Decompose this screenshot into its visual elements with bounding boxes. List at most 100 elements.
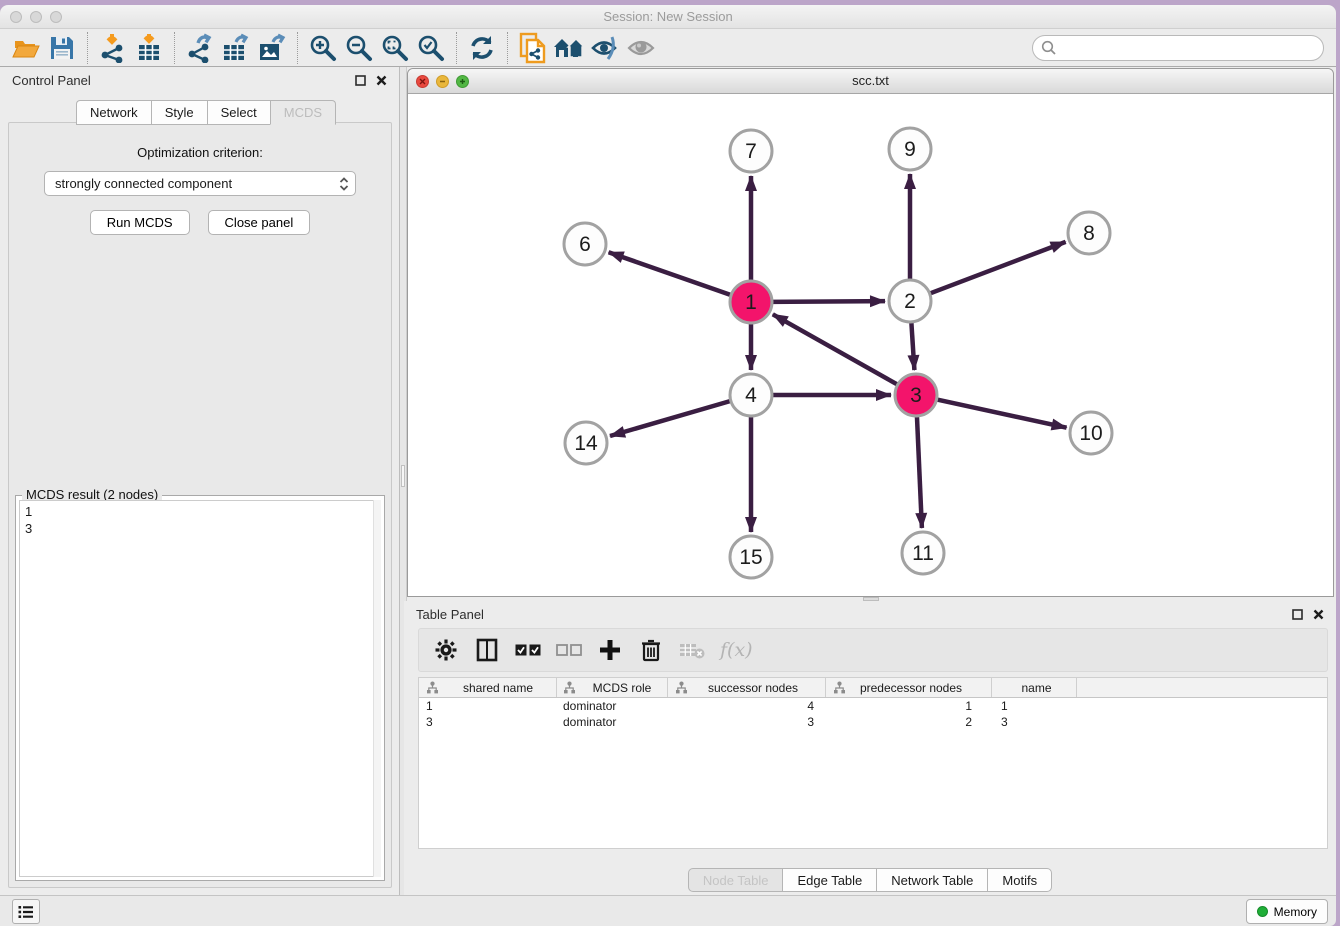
cell-shared-name[interactable]: 1 <box>419 699 557 713</box>
import-table-button[interactable] <box>131 31 167 65</box>
export-table-button[interactable] <box>218 31 254 65</box>
zoom-fit-icon <box>381 34 409 62</box>
table-header-row: shared name MCDS role <box>419 678 1327 698</box>
zoom-out-button[interactable] <box>341 31 377 65</box>
zoom-selected-button[interactable] <box>413 31 449 65</box>
graph-edge-1-2[interactable] <box>772 301 885 302</box>
column-header-successor-nodes[interactable]: successor nodes <box>668 678 826 697</box>
show-columns-button[interactable] <box>474 635 500 665</box>
select-chevrons-icon <box>339 176 349 192</box>
tab-edge-table[interactable]: Edge Table <box>782 868 876 892</box>
delete-column-button[interactable] <box>638 635 664 665</box>
attribute-icon <box>675 681 688 694</box>
table-options-button[interactable] <box>433 635 459 665</box>
import-network-button[interactable] <box>95 31 131 65</box>
deselect-all-rows-button[interactable] <box>556 635 582 665</box>
graph-edge-3-10[interactable] <box>937 399 1067 427</box>
table-row[interactable]: 1 dominator 4 1 1 <box>419 698 1327 714</box>
run-mcds-button[interactable]: Run MCDS <box>90 210 190 235</box>
memory-button[interactable]: Memory <box>1246 899 1328 924</box>
table-panel: Table Panel <box>404 601 1336 895</box>
close-panel-icon[interactable] <box>376 75 387 86</box>
table-tabs: Node Table Edge Table Network Table Moti… <box>404 868 1336 892</box>
graph-node-label-14: 14 <box>574 432 598 455</box>
attribute-icon <box>563 681 576 694</box>
tab-mcds[interactable]: MCDS <box>270 100 336 125</box>
window-title: Session: New Session <box>0 9 1336 24</box>
close-panel-icon[interactable] <box>1313 609 1324 620</box>
open-file-button[interactable] <box>8 31 44 65</box>
column-header-mcds-role[interactable]: MCDS role <box>557 678 668 697</box>
graph-node-label-6: 6 <box>579 233 591 256</box>
zoom-in-button[interactable] <box>305 31 341 65</box>
save-icon <box>49 35 75 61</box>
unchecked-boxes-icon <box>556 644 582 657</box>
tab-style[interactable]: Style <box>151 100 207 125</box>
tab-motifs[interactable]: Motifs <box>987 868 1052 892</box>
clone-network-button[interactable] <box>515 31 551 65</box>
export-network-button[interactable] <box>182 31 218 65</box>
graph-node-label-11: 11 <box>912 542 934 565</box>
tab-network[interactable]: Network <box>76 100 151 125</box>
attribute-icon <box>833 681 846 694</box>
cell-mcds-role[interactable]: dominator <box>557 699 668 713</box>
graph-node-label-9: 9 <box>904 138 916 161</box>
apply-preferred-layout-button[interactable] <box>551 31 587 65</box>
column-header-shared-name[interactable]: shared name <box>419 678 557 697</box>
splitter-grip[interactable] <box>401 465 405 487</box>
criterion-select[interactable]: strongly connected component <box>44 171 356 196</box>
search-field[interactable] <box>1032 35 1324 61</box>
zoom-fit-button[interactable] <box>377 31 413 65</box>
status-bar: Memory <box>0 895 1336 926</box>
float-panel-icon[interactable] <box>1292 609 1303 620</box>
tab-network-table[interactable]: Network Table <box>876 868 987 892</box>
graph-edge-1-6[interactable] <box>609 252 732 295</box>
refresh-view-button[interactable] <box>464 31 500 65</box>
cell-predecessor-nodes[interactable]: 1 <box>826 699 992 713</box>
cell-predecessor-nodes[interactable]: 2 <box>826 715 992 729</box>
graph-edge-3-11[interactable] <box>917 416 922 528</box>
hide-graphics-icon <box>590 35 620 61</box>
tab-select[interactable]: Select <box>207 100 270 125</box>
trash-icon <box>641 638 661 662</box>
cell-name[interactable]: 3 <box>992 715 1077 729</box>
eye-disabled-icon <box>626 36 656 60</box>
graph-edge-2-8[interactable] <box>930 242 1066 294</box>
float-panel-icon[interactable] <box>355 75 366 86</box>
tab-node-table[interactable]: Node Table <box>688 868 783 892</box>
search-input[interactable] <box>1057 38 1323 58</box>
cell-successor-nodes[interactable]: 4 <box>668 699 826 713</box>
gear-icon <box>435 639 457 661</box>
network-canvas[interactable]: 1234678910111415 <box>408 94 1333 596</box>
toggle-graphics-details-button[interactable] <box>587 31 623 65</box>
cell-shared-name[interactable]: 3 <box>419 715 557 729</box>
cell-name[interactable]: 1 <box>992 699 1077 713</box>
checked-boxes-icon <box>515 644 541 657</box>
result-scrollbar[interactable] <box>373 500 381 877</box>
mcds-result-text[interactable]: 1 3 <box>19 500 381 877</box>
search-icon <box>1041 40 1057 56</box>
column-header-name[interactable]: name <box>992 678 1077 697</box>
import-network-icon <box>99 33 127 63</box>
graph-edge-2-3[interactable] <box>911 322 914 370</box>
graph-edge-4-14[interactable] <box>610 401 731 436</box>
memory-label: Memory <box>1274 905 1317 919</box>
table-row[interactable]: 3 dominator 3 2 3 <box>419 714 1327 730</box>
control-panel-header: Control Panel <box>0 67 399 93</box>
graph-edge-3-1[interactable] <box>773 314 898 384</box>
export-image-button[interactable] <box>254 31 290 65</box>
select-all-rows-button[interactable] <box>515 635 541 665</box>
create-column-button[interactable] <box>597 635 623 665</box>
cell-successor-nodes[interactable]: 3 <box>668 715 826 729</box>
graph-node-label-7: 7 <box>745 140 757 163</box>
toolbar-separator <box>297 32 298 64</box>
plus-icon <box>599 639 621 661</box>
function-builder-button: f(x) <box>720 639 753 661</box>
save-session-button[interactable] <box>44 31 80 65</box>
cell-mcds-role[interactable]: dominator <box>557 715 668 729</box>
task-history-button[interactable] <box>12 899 40 924</box>
close-panel-button[interactable]: Close panel <box>208 210 311 235</box>
mcds-panel: Optimization criterion: strongly connect… <box>8 122 392 888</box>
bird-eye-view-button[interactable] <box>623 31 659 65</box>
column-header-predecessor-nodes[interactable]: predecessor nodes <box>826 678 992 697</box>
